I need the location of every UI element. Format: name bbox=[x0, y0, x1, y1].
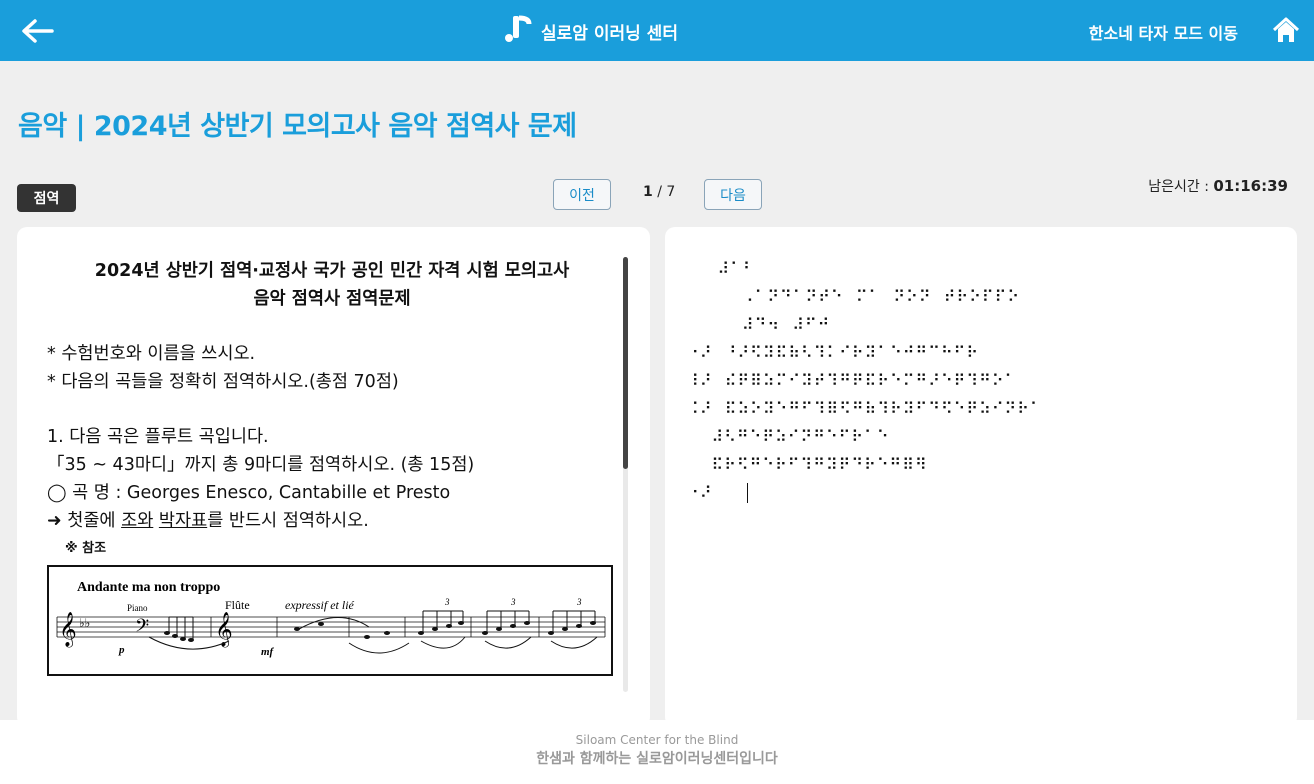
svg-text:𝄢: 𝄢 bbox=[135, 616, 149, 641]
triplet-mark-2: 3 bbox=[510, 597, 516, 607]
question-document: 2024년 상반기 점역·교정사 국가 공인 민간 자격 시험 모의고사 음악 … bbox=[47, 257, 617, 559]
flute-label: Flûte bbox=[225, 598, 250, 612]
dynamic-mf: mf bbox=[261, 646, 275, 658]
page-indicator: 1 / 7 bbox=[643, 184, 675, 200]
braille-line: ⠼⠣⠛⠑⠟⠵⠊⠝⠛⠑⠋⠗⠁⠑ bbox=[687, 427, 890, 446]
current-page: 1 bbox=[643, 184, 653, 200]
question-1-line2: 「35 ~ 43마디」까지 총 9마디를 점역하시오. (총 15점) bbox=[47, 455, 475, 475]
text-cursor bbox=[746, 483, 748, 503]
top-bar: 실로암 이러닝 센터 한소네 타자 모드 이동 bbox=[0, 0, 1314, 61]
svg-text:𝄞: 𝄞 bbox=[215, 612, 233, 648]
home-icon[interactable] bbox=[1272, 16, 1300, 44]
remaining-time: 남은시간 : 01:16:39 bbox=[1148, 176, 1288, 196]
braille-line: ⠸⠜ ⠮⠟⠿⠵⠍⠊⠽⠞⠹⠛⠟⠯⠗⠑⠍⠛⠜⠑⠟⠹⠛⠕⠁ bbox=[687, 371, 1018, 390]
braille-line: ⠯⠗⠫⠛⠑⠗⠋⠹⠛⠽⠟⠙⠗⠑⠛⠿⠻ bbox=[687, 455, 928, 474]
question-1-line1: 1. 다음 곡은 플루트 곡입니다. bbox=[47, 427, 269, 447]
braille-line: ⠐⠜ ⠘⠜⠫⠽⠯⠷⠣⠹⠅⠊⠗⠽⠁⠑⠚⠛⠉⠓⠋⠗ bbox=[687, 343, 979, 362]
back-arrow-icon[interactable] bbox=[18, 14, 58, 48]
typing-mode-link[interactable]: 한소네 타자 모드 이동 bbox=[1089, 20, 1238, 44]
question-1-title: ◯ 곡 명 : Georges Enesco, Cantabille et Pr… bbox=[47, 483, 451, 503]
siloam-logo-icon bbox=[503, 14, 533, 48]
tempo-marking: Andante ma non troppo bbox=[77, 580, 220, 595]
braille-line: ⠐⠜ bbox=[687, 483, 719, 502]
instruction-2: * 다음의 곡들을 정확히 점역하시오.(총점 70점) bbox=[47, 372, 399, 392]
prev-button[interactable]: 이전 bbox=[553, 179, 611, 210]
line4-suffix: 를 반드시 점역하시오. bbox=[207, 511, 369, 531]
line4-prefix: ➜ 첫줄에 bbox=[47, 511, 122, 531]
triplet-mark-3: 3 bbox=[576, 597, 582, 607]
footer: Siloam Center for the Blind 한샘과 함께하는 실로암… bbox=[0, 720, 1314, 784]
question-panel[interactable]: 2024년 상반기 점역·교정사 국가 공인 민간 자격 시험 모의고사 음악 … bbox=[17, 227, 650, 727]
expression-marking: expressif et lié bbox=[285, 598, 355, 612]
footer-korean: 한샘과 함께하는 실로암이러닝센터입니다 bbox=[536, 751, 778, 767]
braille-line: ⠠⠁⠝⠙⠁⠝⠞⠑ ⠍⠁ ⠝⠕⠝ ⠞⠗⠕⠏⠏⠕ bbox=[687, 287, 1020, 306]
category-tag: 점역 bbox=[17, 184, 76, 212]
music-score-image: Andante ma non troppo Piano Flûte expres… bbox=[47, 565, 613, 676]
question-scrollbar[interactable] bbox=[623, 257, 628, 692]
footer-english: Siloam Center for the Blind bbox=[575, 733, 739, 747]
reference-note: ※ 참조 bbox=[65, 541, 107, 556]
time-signature-term: 박자표 bbox=[158, 511, 208, 531]
exam-title-line2: 음악 점역사 점역문제 bbox=[253, 289, 411, 309]
braille-line: ⠼⠁⠃ bbox=[687, 259, 756, 278]
piano-label: Piano bbox=[127, 603, 148, 613]
question-1-line4: ➜ 첫줄에 조와 박자표를 반드시 점역하시오. bbox=[47, 507, 617, 535]
page-separator: / bbox=[652, 184, 667, 200]
page-title: 음악 | 2024년 상반기 모의고사 음악 점역사 문제 bbox=[18, 111, 577, 142]
timer-label: 남은시간 : bbox=[1148, 179, 1214, 195]
brand-name: 실로암 이러닝 센터 bbox=[541, 23, 678, 44]
braille-text[interactable]: ⠼⠁⠃ ⠠⠁⠝⠙⠁⠝⠞⠑ ⠍⠁ ⠝⠕⠝ ⠞⠗⠕⠏⠏⠕ ⠼⠙⠲ ⠼⠋⠚ ⠐⠜ ⠘⠜… bbox=[687, 255, 1277, 507]
braille-line: ⠨⠜ ⠯⠵⠕⠽⠑⠛⠋⠹⠿⠫⠛⠷⠹⠗⠽⠋⠙⠫⠑⠟⠵⠊⠝⠗⠁ bbox=[687, 399, 1043, 418]
timer-value: 01:16:39 bbox=[1213, 177, 1288, 195]
dynamic-p: p bbox=[118, 644, 125, 656]
svg-text:𝄞: 𝄞 bbox=[59, 612, 77, 648]
brand[interactable]: 실로암 이러닝 센터 bbox=[503, 15, 678, 47]
braille-line: ⠼⠙⠲ ⠼⠋⠚ bbox=[687, 315, 831, 334]
key-signature-term: 조와 bbox=[121, 511, 154, 531]
svg-text:♭♭: ♭♭ bbox=[79, 616, 90, 630]
scrollbar-thumb[interactable] bbox=[623, 257, 628, 469]
next-button[interactable]: 다음 bbox=[704, 179, 762, 210]
triplet-mark-1: 3 bbox=[444, 597, 450, 607]
total-pages: 7 bbox=[666, 184, 676, 200]
instruction-1: * 수험번호와 이름을 쓰시오. bbox=[47, 344, 256, 364]
exam-title-line1: 2024년 상반기 점역·교정사 국가 공인 민간 자격 시험 모의고사 bbox=[94, 261, 570, 281]
braille-answer-editor[interactable]: ⠼⠁⠃ ⠠⠁⠝⠙⠁⠝⠞⠑ ⠍⠁ ⠝⠕⠝ ⠞⠗⠕⠏⠏⠕ ⠼⠙⠲ ⠼⠋⠚ ⠐⠜ ⠘⠜… bbox=[665, 227, 1297, 727]
